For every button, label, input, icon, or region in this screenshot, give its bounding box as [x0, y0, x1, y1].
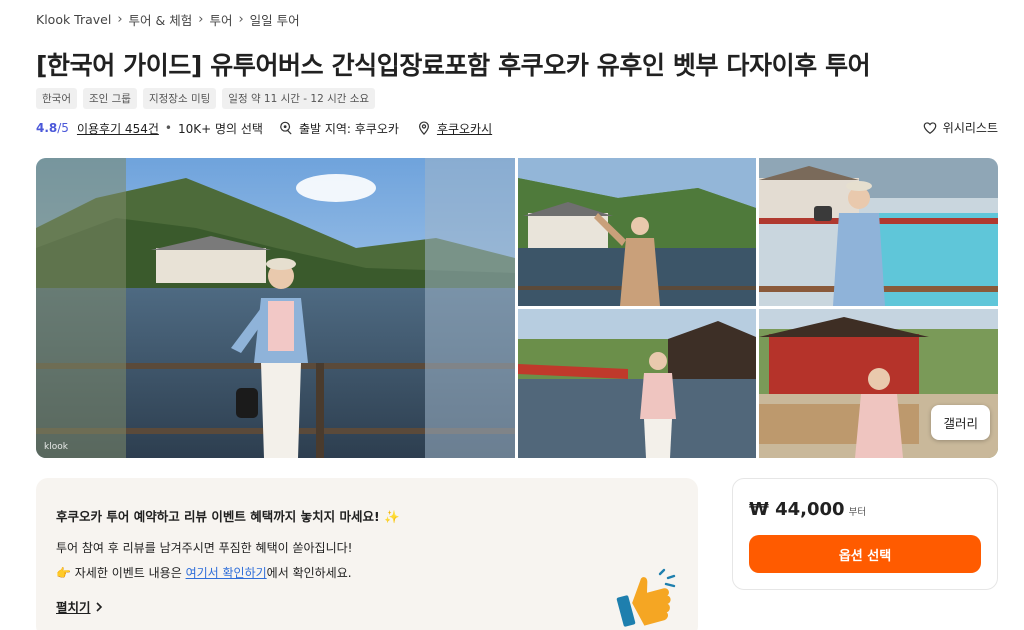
departure-icon	[280, 121, 292, 135]
gallery-photo-2[interactable]	[518, 158, 756, 306]
photo-gallery: klook 갤러리	[36, 158, 998, 458]
chevron-right-icon: ›	[238, 12, 244, 27]
location-link[interactable]: 후쿠오카시	[437, 120, 492, 137]
gallery-photo-2-image	[518, 158, 756, 306]
price-amount: ₩ 44,000	[749, 499, 845, 520]
gallery-photo-4-image	[518, 309, 756, 458]
location-info: 후쿠오카시	[417, 120, 492, 137]
reviews-link[interactable]: 이용후기 454건	[77, 120, 159, 137]
promo-event-link[interactable]: 여기서 확인하기	[186, 566, 267, 580]
breadcrumb: Klook Travel › 투어 & 체험 › 투어 › 일일 투어	[36, 10, 300, 29]
activity-meta: 4.8 /5 이용후기 454건 • 10K+ 명의 선택 출발 지역: 후쿠오…	[36, 118, 998, 138]
tag-meeting: 지정장소 미팅	[142, 88, 217, 109]
separator-dot: •	[164, 121, 172, 135]
rating-scale: /5	[57, 121, 69, 135]
gallery-button[interactable]: 갤러리	[931, 405, 990, 440]
promo-event-suffix: 에서 확인하세요.	[266, 566, 352, 580]
price-display: ₩ 44,000 부터	[749, 499, 866, 520]
heart-icon	[923, 121, 937, 134]
gallery-photo-5[interactable]: 갤러리	[759, 309, 998, 458]
wishlist-label: 위시리스트	[942, 121, 998, 135]
expand-label: 펼치기	[56, 600, 91, 615]
price-suffix: 부터	[848, 507, 867, 518]
expand-button[interactable]: 펼치기	[56, 597, 105, 616]
page-title: [한국어 가이드] 유투어버스 간식입장료포함 후쿠오카 유후인 벳부 다자이후…	[36, 51, 871, 80]
chevron-right-icon: ›	[117, 12, 123, 27]
promo-description: 투어 참여 후 리뷰를 남겨주시면 푸짐한 혜택이 쏟아집니다!	[56, 541, 353, 555]
breadcrumb-item-tours-activities[interactable]: 투어 & 체험	[129, 10, 193, 29]
tag-list: 한국어 조인 그룹 지정장소 미팅 일정 약 11 시간 - 12 시간 소요	[36, 88, 376, 109]
wishlist-button[interactable]: 위시리스트	[923, 119, 998, 136]
departure-label: 출발 지역: 후쿠오카	[298, 121, 399, 136]
chevron-right-icon: ›	[198, 12, 204, 27]
tag-language: 한국어	[36, 88, 77, 109]
promo-event-prefix: 👉 자세한 이벤트 내용은	[56, 566, 186, 580]
price-card: ₩ 44,000 부터 옵션 선택	[732, 478, 998, 590]
rating-score: 4.8	[36, 121, 58, 135]
review-event-promo: 후쿠오카 투어 예약하고 리뷰 이벤트 혜택까지 놓치지 마세요! ✨ 투어 참…	[36, 478, 698, 630]
booking-count: 10K+ 명의 선택	[177, 121, 263, 136]
chevron-right-icon	[95, 601, 102, 612]
gallery-photo-3-image	[759, 158, 998, 306]
main-photo-image	[36, 158, 515, 458]
select-option-button[interactable]: 옵션 선택	[749, 535, 981, 573]
promo-title: 후쿠오카 투어 예약하고 리뷰 이벤트 혜택까지 놓치지 마세요! ✨	[56, 509, 400, 524]
thumbs-up-icon	[616, 568, 676, 627]
klook-watermark: klook	[44, 442, 68, 452]
breadcrumb-item-tours[interactable]: 투어	[209, 10, 232, 29]
gallery-photo-3[interactable]	[759, 158, 998, 306]
breadcrumb-item-day-tours[interactable]: 일일 투어	[250, 10, 300, 29]
departure-info: 출발 지역: 후쿠오카	[279, 120, 399, 137]
main-photo[interactable]: klook	[36, 158, 515, 458]
gallery-photo-4[interactable]	[518, 309, 756, 458]
breadcrumb-item-klook-travel[interactable]: Klook Travel	[36, 12, 111, 27]
tag-duration: 일정 약 11 시간 - 12 시간 소요	[222, 88, 376, 109]
tag-group-type: 조인 그룹	[82, 88, 137, 109]
location-pin-icon	[418, 121, 429, 135]
promo-event-line: 👉 자세한 이벤트 내용은 여기서 확인하기에서 확인하세요.	[56, 564, 678, 581]
